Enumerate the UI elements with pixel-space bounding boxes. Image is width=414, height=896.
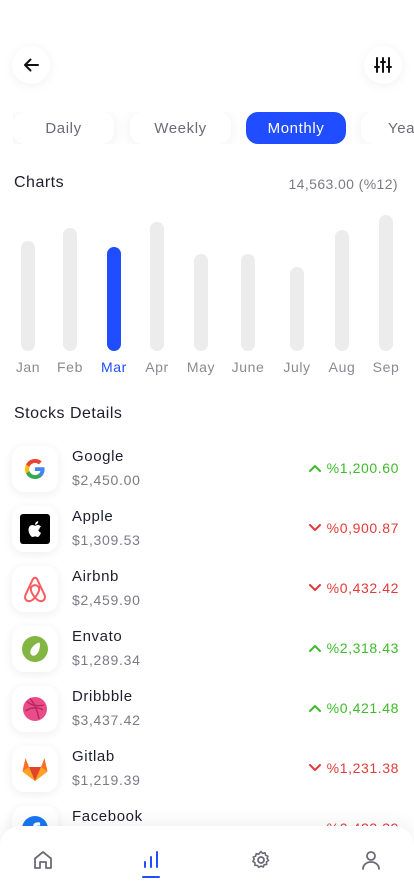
chart-bar-aug[interactable] bbox=[335, 230, 349, 351]
stock-row-gitlab[interactable]: Gitlab $1,219.39 %1,231.38 bbox=[0, 736, 414, 796]
stock-row-envato[interactable]: Envato $1,289.34 %2,318.43 bbox=[0, 616, 414, 676]
stock-price: $2,459.90 bbox=[72, 592, 141, 608]
tab-daily[interactable]: Daily bbox=[13, 112, 114, 144]
stock-row-google[interactable]: Google $2,450.00 %1,200.60 bbox=[0, 436, 414, 496]
stock-name: Apple bbox=[72, 508, 114, 525]
chart-month-label[interactable]: Jan bbox=[16, 359, 40, 375]
gitlab-logo bbox=[12, 746, 58, 792]
stock-price: $2,450.00 bbox=[72, 472, 141, 488]
home-icon bbox=[34, 851, 52, 869]
chart-month-label[interactable]: Apr bbox=[145, 359, 169, 375]
nav-settings[interactable] bbox=[249, 848, 273, 872]
google-logo bbox=[12, 446, 58, 492]
envato-logo bbox=[12, 626, 58, 672]
stock-price: $1,289.34 bbox=[72, 652, 141, 668]
apple-logo bbox=[12, 506, 58, 552]
chart-bar-jan[interactable] bbox=[21, 241, 35, 351]
chart-bar-feb[interactable] bbox=[63, 228, 77, 351]
chart-month-label[interactable]: Feb bbox=[57, 359, 83, 375]
chart-month-label[interactable]: June bbox=[232, 359, 265, 375]
back-button[interactable] bbox=[12, 46, 50, 84]
stock-name: Gitlab bbox=[72, 748, 115, 765]
stock-name: Facebook bbox=[72, 808, 143, 825]
tab-yearly[interactable]: Yearly bbox=[361, 112, 414, 144]
sliders-icon bbox=[374, 57, 392, 73]
trend-down-icon bbox=[308, 524, 321, 531]
stock-change: %0,432.42 bbox=[308, 580, 399, 596]
trend-down-icon bbox=[308, 764, 321, 771]
nav-stats[interactable] bbox=[139, 848, 163, 872]
stats-icon bbox=[144, 851, 158, 868]
stock-name: Google bbox=[72, 448, 124, 465]
stock-price: $1,219.39 bbox=[72, 772, 141, 788]
nav-home[interactable] bbox=[31, 848, 55, 872]
profile-icon bbox=[362, 851, 380, 870]
filter-button[interactable] bbox=[364, 46, 402, 84]
stock-change: %0,900.87 bbox=[308, 520, 399, 536]
trend-up-icon bbox=[308, 465, 321, 472]
stocks-title: Stocks Details bbox=[14, 405, 123, 422]
active-tab-indicator bbox=[142, 876, 160, 878]
settings-icon bbox=[252, 850, 270, 869]
trend-up-icon bbox=[308, 645, 321, 652]
stock-change: %1,200.60 bbox=[308, 460, 399, 476]
stock-price: $3,437.42 bbox=[72, 712, 141, 728]
charts-title: Charts bbox=[14, 174, 65, 191]
stock-price: $1,309.53 bbox=[72, 532, 141, 548]
monthly-bar-chart: Jan Feb Mar Apr May June July Aug Sep bbox=[0, 200, 414, 380]
arrow-left-icon bbox=[24, 58, 39, 72]
charts-total: 14,563.00 (%12) bbox=[288, 176, 398, 192]
chart-bar-apr[interactable] bbox=[150, 222, 164, 351]
stock-change: %2,318.43 bbox=[308, 640, 399, 656]
period-tabs: Daily Weekly Monthly Yearly bbox=[13, 112, 414, 144]
stock-row-apple[interactable]: Apple $1,309.53 %0,900.87 bbox=[0, 496, 414, 556]
stock-change: %0,421.48 bbox=[308, 700, 399, 716]
tab-monthly[interactable]: Monthly bbox=[246, 112, 346, 144]
chart-bar-june[interactable] bbox=[241, 254, 255, 351]
stock-name: Envato bbox=[72, 628, 123, 645]
stock-row-airbnb[interactable]: Airbnb $2,459.90 %0,432.42 bbox=[0, 556, 414, 616]
chart-month-label[interactable]: Sep bbox=[373, 359, 400, 375]
chart-bar-mar[interactable] bbox=[107, 247, 121, 351]
stock-name: Dribbble bbox=[72, 688, 133, 705]
stock-row-dribbble[interactable]: Dribbble $3,437.42 %0,421.48 bbox=[0, 676, 414, 736]
chart-month-label[interactable]: Aug bbox=[329, 359, 356, 375]
dribbble-logo bbox=[12, 686, 58, 732]
airbnb-logo bbox=[12, 566, 58, 612]
trend-up-icon bbox=[308, 705, 321, 712]
chart-month-label[interactable]: July bbox=[283, 359, 310, 375]
chart-bar-sep[interactable] bbox=[379, 215, 393, 351]
chart-bar-may[interactable] bbox=[194, 254, 208, 351]
chart-month-label[interactable]: May bbox=[187, 359, 215, 375]
charts-header: Charts 14,563.00 (%12) bbox=[14, 174, 398, 194]
bottom-nav bbox=[0, 826, 414, 896]
trend-down-icon bbox=[308, 584, 321, 591]
stock-change: %1,231.38 bbox=[308, 760, 399, 776]
chart-bar-july[interactable] bbox=[290, 267, 304, 351]
tab-weekly[interactable]: Weekly bbox=[130, 112, 231, 144]
nav-profile[interactable] bbox=[359, 848, 383, 872]
chart-month-label[interactable]: Mar bbox=[101, 359, 127, 375]
stock-name: Airbnb bbox=[72, 568, 119, 585]
